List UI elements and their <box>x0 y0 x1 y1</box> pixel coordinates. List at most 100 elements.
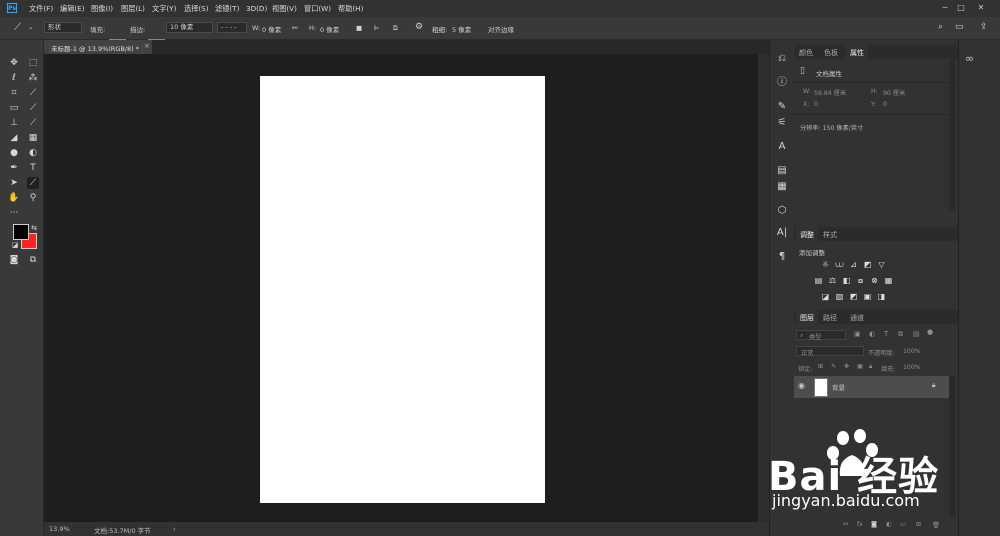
menu-select[interactable]: 选择(S) <box>184 4 209 14</box>
move-tool-icon[interactable]: ✥ <box>8 57 20 69</box>
workspace-icon[interactable]: ▭ <box>955 22 964 32</box>
brush-tool-icon[interactable]: ⟋ <box>27 102 39 114</box>
healing-brush-icon[interactable]: ▭ <box>8 102 20 114</box>
line-tool-icon[interactable]: ⟋ <box>27 177 39 189</box>
doc-y-value[interactable]: 0 <box>883 101 887 108</box>
path-arrangement-icon[interactable]: ⧉ <box>393 24 398 33</box>
gear-icon[interactable]: ⚙ <box>415 22 423 32</box>
search-icon[interactable]: ⌕ <box>938 22 943 32</box>
shape-filter-icon[interactable]: ⧉ <box>898 330 903 339</box>
menu-file[interactable]: 文件(F) <box>29 4 53 14</box>
stroke-type-select[interactable]: - - - - <box>217 22 247 33</box>
height-field[interactable]: 0 像素 <box>320 24 339 34</box>
line-tool-icon[interactable]: ⟋ <box>14 22 21 33</box>
menu-image[interactable]: 图像(I) <box>91 4 113 14</box>
gradient-tool-icon[interactable]: ▦ <box>27 132 39 144</box>
doc-width-value[interactable]: 59.84 厘米 <box>814 88 846 97</box>
lock-all-icon[interactable]: 🔒︎ <box>869 363 872 371</box>
curves-icon[interactable]: ⊿ <box>849 260 858 269</box>
quick-mask-icon[interactable]: ◙ <box>8 254 20 266</box>
path-alignment-icon[interactable]: ⊫ <box>374 24 380 32</box>
menu-view[interactable]: 视图(V) <box>272 4 297 14</box>
brightness-contrast-icon[interactable]: ☼ <box>821 260 830 269</box>
3d-icon[interactable]: ⬡ <box>775 204 789 218</box>
photo-filter-icon[interactable]: ⧇ <box>856 276 865 285</box>
tab-styles[interactable]: 样式 <box>823 230 837 240</box>
minimize-button[interactable]: ─ <box>938 2 952 14</box>
tab-color[interactable]: 颜色 <box>799 48 813 58</box>
hand-tool-icon[interactable]: ✋ <box>8 192 20 204</box>
menu-help[interactable]: 帮助(H) <box>338 4 363 14</box>
lock-transparent-icon[interactable]: ⊞ <box>818 363 823 370</box>
menu-filter[interactable]: 滤镜(T) <box>215 4 239 14</box>
doc-height-value[interactable]: 90 厘米 <box>883 88 905 97</box>
history-brush-icon[interactable]: ⟋ <box>27 117 39 129</box>
status-menu-arrow[interactable]: › <box>173 525 176 533</box>
screen-mode-icon[interactable]: ⧉ <box>27 254 39 266</box>
tab-channels[interactable]: 通道 <box>850 313 864 323</box>
new-adjustment-icon[interactable]: ◐ <box>886 521 891 528</box>
tab-paths[interactable]: 路径 <box>823 313 837 323</box>
color-lookup-icon[interactable]: ▦ <box>884 276 893 285</box>
black-white-icon[interactable]: ◧ <box>842 276 851 285</box>
brush-settings-icon[interactable]: ✎ <box>775 100 789 114</box>
dodge-tool-icon[interactable]: ◐ <box>27 147 39 159</box>
add-mask-icon[interactable]: ◙ <box>871 521 877 528</box>
magic-wand-tool-icon[interactable]: ⁂ <box>27 72 39 84</box>
type-filter-icon[interactable]: T <box>884 330 888 338</box>
adjustment-filter-icon[interactable]: ◐ <box>869 330 875 338</box>
selective-color-icon[interactable]: ◨ <box>877 292 886 301</box>
info-icon[interactable]: ⓘ <box>775 76 789 90</box>
layer-style-icon[interactable]: fx <box>857 521 863 528</box>
doc-x-value[interactable]: 0 <box>814 101 818 108</box>
marquee-tool-icon[interactable]: ⬚ <box>27 57 39 69</box>
document-canvas[interactable] <box>260 76 545 503</box>
blur-tool-icon[interactable]: ● <box>8 147 20 159</box>
lasso-tool-icon[interactable]: ℓ <box>8 72 20 84</box>
path-selection-icon[interactable]: ➤ <box>8 177 20 189</box>
link-layers-icon[interactable]: ⚯ <box>843 521 848 528</box>
filter-toggle-icon[interactable]: ● <box>927 328 933 336</box>
posterize-icon[interactable]: ▨ <box>835 292 844 301</box>
notes-icon[interactable]: ▦ <box>775 180 789 194</box>
tool-presets-icon[interactable]: ⚟ <box>775 116 789 130</box>
swap-colors-icon[interactable]: ⇆ <box>28 222 40 234</box>
more-tools-icon[interactable]: ··· <box>8 207 20 219</box>
zoom-tool-icon[interactable]: ⚲ <box>27 192 39 204</box>
foreground-color-swatch[interactable] <box>13 224 29 240</box>
maximize-button[interactable]: □ <box>954 2 968 14</box>
layer-filter-select[interactable]: ⌕ 类型 <box>796 330 846 341</box>
close-window-button[interactable]: ✕ <box>974 2 988 14</box>
default-colors-icon[interactable]: ◪ <box>9 239 21 251</box>
pixel-filter-icon[interactable]: ▣ <box>854 330 861 338</box>
channel-mixer-icon[interactable]: ⊗ <box>870 276 879 285</box>
layer-name[interactable]: 背景 <box>832 382 845 392</box>
pen-tool-icon[interactable]: ✒ <box>8 162 20 174</box>
menu-3d[interactable]: 3D(D) <box>246 4 267 13</box>
eraser-tool-icon[interactable]: ◢ <box>8 132 20 144</box>
delete-layer-icon[interactable]: 🗑︎ <box>932 521 940 529</box>
close-tab-button[interactable]: × <box>144 42 150 50</box>
zoom-level[interactable]: 13.9% <box>49 525 70 533</box>
eyedropper-tool-icon[interactable]: ⟋ <box>27 87 39 99</box>
history-icon[interactable]: ⎌ <box>775 52 789 66</box>
stroke-size-field[interactable]: 10 像素 <box>166 22 213 33</box>
vibrance-icon[interactable]: ▽ <box>877 260 886 269</box>
tab-layers[interactable]: 图层 <box>796 310 818 326</box>
blend-mode-select[interactable]: 正常 <box>796 346 864 357</box>
hue-saturation-icon[interactable]: ▤ <box>814 276 823 285</box>
new-layer-icon[interactable]: ⊞ <box>916 521 921 528</box>
tab-properties[interactable]: 属性 <box>846 45 868 61</box>
lock-artboard-icon[interactable]: ▣ <box>857 363 863 370</box>
character-style-icon[interactable]: A| <box>775 226 789 240</box>
menu-layer[interactable]: 图层(L) <box>121 4 145 14</box>
width-field[interactable]: 0 像素 <box>262 24 281 34</box>
creative-cloud-icon[interactable]: ∞ <box>965 52 974 65</box>
type-tool-icon[interactable]: T <box>27 162 39 174</box>
paragraph-icon[interactable]: ¶ <box>775 250 789 264</box>
color-balance-icon[interactable]: ⚖ <box>828 276 837 285</box>
properties-scrollbar[interactable] <box>949 60 955 210</box>
smart-object-filter-icon[interactable]: ▤ <box>913 330 920 338</box>
chevron-down-icon[interactable]: ⌄ <box>28 23 33 31</box>
layers-scrollbar[interactable] <box>949 376 955 516</box>
